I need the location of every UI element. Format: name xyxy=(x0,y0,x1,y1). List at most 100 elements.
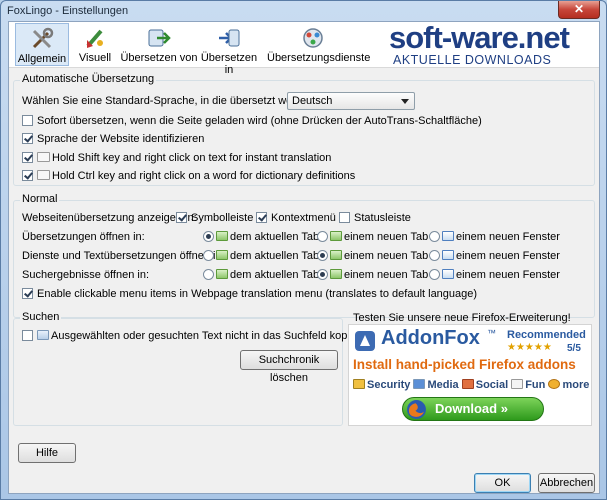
checkbox[interactable] xyxy=(22,330,33,341)
default-language-select[interactable]: Deutsch xyxy=(287,92,415,110)
radio-current-tab[interactable]: dem aktuellen Tab xyxy=(203,269,319,281)
option-label: Symbolleiste xyxy=(191,212,254,224)
clickable-menu-option[interactable]: Enable clickable menu items in Webpage t… xyxy=(22,288,477,300)
fun-icon xyxy=(511,379,524,389)
no-copy-option[interactable]: Ausgewählten oder gesuchten Text nicht i… xyxy=(22,330,372,342)
ad-headline: Install hand-picked Firefox addons xyxy=(353,357,576,372)
option-label: Enable clickable menu items in Webpage t… xyxy=(37,288,478,300)
services-icon xyxy=(303,28,323,48)
group-legend: Normal xyxy=(20,193,60,205)
radio-button[interactable] xyxy=(429,269,440,280)
media-icon xyxy=(413,379,426,389)
radio-button[interactable] xyxy=(429,231,440,242)
keyboard-icon xyxy=(37,170,50,180)
feature-social: Social xyxy=(475,379,509,391)
radio-label: dem aktuellen Tab xyxy=(230,250,320,262)
cancel-button[interactable]: Abbrechen xyxy=(538,473,595,493)
close-button[interactable]: ✕ xyxy=(558,1,600,19)
rating-stars: ★★★★★ xyxy=(507,342,552,353)
option-label: Hold Ctrl key and right click on a word … xyxy=(52,170,356,182)
brand-subtitle: AKTUELLE DOWNLOADS xyxy=(393,53,552,67)
checkbox[interactable] xyxy=(22,170,33,181)
shift-click-option[interactable]: Hold Shift key and right click on text f… xyxy=(22,152,331,164)
radio-button[interactable] xyxy=(317,269,328,280)
radio-current-tab[interactable]: dem aktuellen Tab xyxy=(203,231,319,243)
radio-button[interactable] xyxy=(203,250,214,261)
radio-new-window[interactable]: einem neuen Fenster xyxy=(429,231,560,243)
statusbar-option[interactable]: Statusleiste xyxy=(339,212,411,224)
radio-label: einem neuen Fenster xyxy=(456,250,560,262)
radio-button[interactable] xyxy=(317,231,328,242)
radio-label: einem neuen Fenster xyxy=(456,269,560,281)
checkbox[interactable] xyxy=(256,212,267,223)
radio-new-window[interactable]: einem neuen Fenster xyxy=(429,250,560,262)
radio-current-tab[interactable]: dem aktuellen Tab xyxy=(203,250,319,262)
new-tab-icon xyxy=(330,250,342,260)
tab-uebersetzen-in[interactable]: Übersetzen in xyxy=(197,23,261,76)
window-title: FoxLingo - Einstellungen xyxy=(7,5,129,17)
settings-toolbar: Allgemein Visuell Übersetzen von Überset… xyxy=(9,20,599,76)
checkbox[interactable] xyxy=(22,152,33,163)
radio-label: einem neuen Tab xyxy=(344,269,429,281)
dialog-window: FoxLingo - Einstellungen ✕ Allgemein Vis… xyxy=(0,0,607,500)
title-bar[interactable]: FoxLingo - Einstellungen ✕ xyxy=(1,1,606,21)
window-icon xyxy=(442,269,454,279)
radio-label: einem neuen Tab xyxy=(344,250,429,262)
web-display-label: Webseitenübersetzung anzeigen in: xyxy=(22,212,197,224)
checkbox[interactable] xyxy=(339,212,350,223)
identify-language-option[interactable]: Sprache der Website identifizieren xyxy=(22,133,204,145)
new-tab-icon xyxy=(330,231,342,241)
option-label: Hold Shift key and right click on text f… xyxy=(52,152,332,164)
context-menu-option[interactable]: Kontextmenü xyxy=(256,212,336,224)
feature-media: Media xyxy=(427,379,459,391)
window-icon xyxy=(442,250,454,260)
radio-new-window[interactable]: einem neuen Fenster xyxy=(429,269,560,281)
tab-uebersetzungsdienste[interactable]: Übersetzungsdienste xyxy=(267,23,370,66)
option-label: Sprache der Website identifizieren xyxy=(37,133,205,145)
tab-label: Übersetzen in xyxy=(200,52,258,76)
translate-from-icon xyxy=(148,29,171,47)
lock-icon xyxy=(353,379,365,389)
radio-button[interactable] xyxy=(203,231,214,242)
search-settings-icon xyxy=(37,330,49,340)
paint-brush-icon xyxy=(86,29,103,48)
checkbox[interactable] xyxy=(22,133,33,144)
search-results-open-label: Suchergebnisse öffnen in: xyxy=(22,269,149,281)
download-button[interactable]: Download » xyxy=(402,397,544,421)
toolbar-option[interactable]: Symbolleiste xyxy=(176,212,253,224)
addonfox-banner[interactable]: AddonFox ™ Recommended ★★★★★ 5/5 Install… xyxy=(348,324,592,426)
radio-new-tab[interactable]: einem neuen Tab xyxy=(317,231,428,243)
select-value: Deutsch xyxy=(292,95,333,107)
radio-new-tab[interactable]: einem neuen Tab xyxy=(317,269,428,281)
feature-fun: Fun xyxy=(525,379,546,391)
tab-uebersetzen-von[interactable]: Übersetzen von xyxy=(119,23,199,66)
dialog-client: Allgemein Visuell Übersetzen von Überset… xyxy=(8,20,600,494)
more-icon xyxy=(548,379,561,389)
help-button[interactable]: Hilfe xyxy=(18,443,76,463)
clear-search-history-button[interactable]: Suchchronik löschen xyxy=(240,350,338,384)
radio-new-tab[interactable]: einem neuen Tab xyxy=(317,250,428,262)
radio-button[interactable] xyxy=(317,250,328,261)
radio-label: einem neuen Fenster xyxy=(456,231,560,243)
translations-open-label: Übersetzungen öffnen in: xyxy=(22,231,145,243)
trademark: ™ xyxy=(487,328,496,338)
tab-visuell[interactable]: Visuell xyxy=(75,23,115,66)
chevron-down-icon xyxy=(401,99,409,104)
tab-label: Übersetzen von xyxy=(120,52,198,64)
brand-logo: soft-ware.net AKTUELLE DOWNLOADS xyxy=(389,20,599,67)
tab-icon xyxy=(216,231,228,241)
radio-button[interactable] xyxy=(203,269,214,280)
tab-allgemein[interactable]: Allgemein xyxy=(15,23,69,66)
rating-value: 5/5 xyxy=(567,343,581,354)
radio-button[interactable] xyxy=(429,250,440,261)
checkbox[interactable] xyxy=(176,212,187,223)
ctrl-click-option[interactable]: Hold Ctrl key and right click on a word … xyxy=(22,170,355,182)
instant-translate-option[interactable]: Sofort übersetzen, wenn die Seite gelade… xyxy=(22,115,482,127)
ok-button[interactable]: OK xyxy=(474,473,531,493)
checkbox[interactable] xyxy=(22,115,33,126)
ad-caption: Testen Sie unsere neue Firefox-Erweiteru… xyxy=(353,312,571,324)
tools-icon xyxy=(32,27,54,49)
checkbox[interactable] xyxy=(22,288,33,299)
option-label: Ausgewählten oder gesuchten Text nicht i… xyxy=(51,330,372,342)
option-label: Statusleiste xyxy=(354,212,411,224)
